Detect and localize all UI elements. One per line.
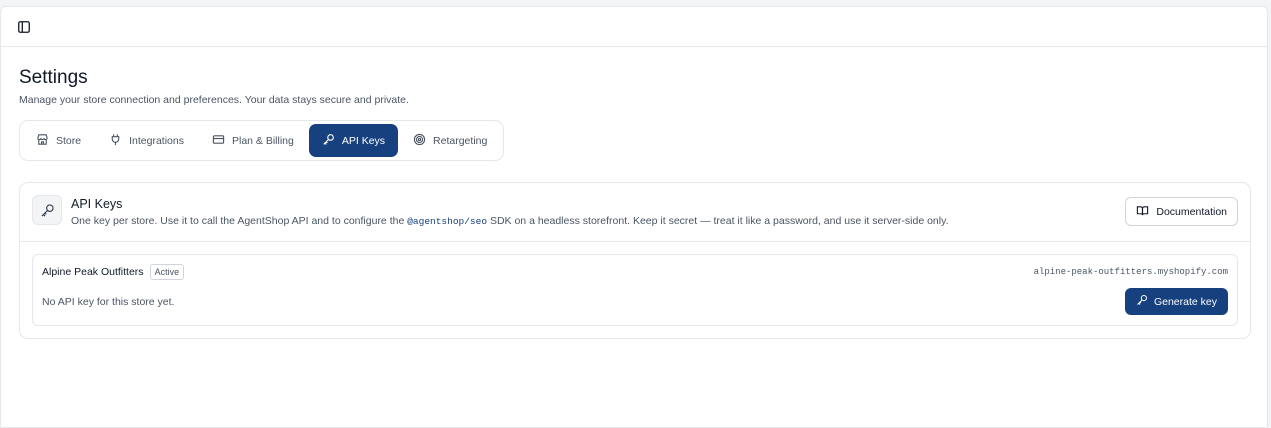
store-domain: alpine-peak-outfitters.myshopify.com <box>1033 267 1228 277</box>
tab-integrations[interactable]: Integrations <box>96 124 197 157</box>
store-icon <box>36 133 49 149</box>
tab-label: Plan & Billing <box>231 134 294 147</box>
target-icon <box>413 133 426 149</box>
book-open-icon <box>1136 204 1149 220</box>
settings-content: Settings Manage your store connection an… <box>1 47 1267 339</box>
status-badge: Active <box>149 264 185 280</box>
sdk-package-code: @agentshop/seo <box>407 216 488 227</box>
plug-icon <box>109 133 122 149</box>
store-key-row: Alpine Peak Outfitters Active alpine-pea… <box>32 254 1238 326</box>
sidebar-toggle-icon[interactable] <box>17 20 31 34</box>
tab-store[interactable]: Store <box>23 124 94 157</box>
tab-retargeting[interactable]: Retargeting <box>400 124 500 157</box>
api-keys-header-text: API Keys One key per store. Use it to ca… <box>71 195 949 228</box>
no-key-message: No API key for this store yet. <box>42 296 175 308</box>
card-description: One key per store. Use it to call the Ag… <box>71 215 949 228</box>
api-keys-card-header: API Keys One key per store. Use it to ca… <box>20 183 1250 242</box>
page-subtitle: Manage your store connection and prefere… <box>19 94 409 106</box>
key-icon <box>1136 294 1148 309</box>
generate-key-button[interactable]: Generate key <box>1124 288 1228 315</box>
store-name: Alpine Peak Outfitters <box>42 266 144 278</box>
tab-plan-billing[interactable]: Plan & Billing <box>199 124 307 157</box>
key-icon <box>32 195 62 225</box>
page-title: Settings <box>19 67 88 88</box>
tab-api-keys[interactable]: API Keys <box>308 124 399 157</box>
tab-label: Retargeting <box>433 134 488 147</box>
api-keys-card: API Keys One key per store. Use it to ca… <box>19 182 1251 339</box>
description-text: SDK on a headless storefront. Keep it se… <box>487 215 949 227</box>
store-name-row: Alpine Peak Outfitters Active <box>42 264 185 280</box>
top-bar <box>1 7 1267 47</box>
key-icon <box>322 133 335 149</box>
tab-label: Integrations <box>129 134 184 147</box>
generate-key-label: Generate key <box>1153 295 1217 308</box>
settings-tabs: Store Integrations Plan & Billing API Ke… <box>19 120 505 161</box>
app-window: Settings Manage your store connection an… <box>0 6 1268 428</box>
documentation-button[interactable]: Documentation <box>1125 197 1238 226</box>
description-text: One key per store. Use it to call the Ag… <box>71 215 408 227</box>
tab-label: API Keys <box>341 134 386 147</box>
card-title: API Keys <box>71 197 123 211</box>
credit-card-icon <box>212 133 225 149</box>
documentation-label: Documentation <box>1156 205 1227 218</box>
tab-label: Store <box>56 134 82 147</box>
